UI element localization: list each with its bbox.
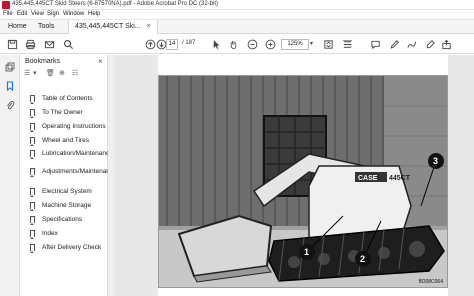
zoom-in-icon[interactable] [264,38,276,50]
highlight-pen-icon[interactable] [388,38,400,50]
bookmarks-close-icon[interactable]: × [98,57,103,66]
title-bar: 435,445,445CT Skid Steers (6-87570NA).pd… [0,0,474,10]
bookmark-icon [30,168,35,177]
document-viewer[interactable]: CASE 445CT 1 2 3 BD08C064 [114,55,474,296]
print-icon[interactable] [24,38,36,50]
bookmarks-panel-icon[interactable] [4,80,16,92]
menu-sign[interactable]: Sign [47,11,59,17]
tab-document[interactable]: 435,445,445CT Ski... × [68,20,158,34]
email-icon[interactable] [43,38,55,50]
brand-label: CASE [358,175,378,182]
tab-bar: Home Tools 435,445,445CT Ski... × [0,20,474,34]
page-total: / 187 [182,40,196,46]
callout-3-label: 3 [433,156,438,166]
menu-bar: File Edit View Sign Window Help [0,10,474,20]
zoom-dropdown-chevron-icon[interactable]: ▾ [310,40,313,47]
skid-steer-photo: CASE 445CT 1 2 3 BD08C064 [158,75,448,288]
menu-file[interactable]: File [3,11,13,17]
scroll-mode-icon[interactable] [341,38,353,50]
delete-bookmark-icon[interactable]: 🗑 [46,69,55,77]
select-arrow-icon[interactable] [210,38,222,50]
attachments-icon[interactable] [4,99,16,111]
page-thumbnails-icon[interactable] [4,61,16,73]
model-label: 445CT [389,175,411,182]
sign-icon[interactable] [424,38,436,50]
expand-bookmarks-icon[interactable]: ☷ [72,69,78,77]
fit-page-icon[interactable] [322,38,334,50]
new-bookmark-icon[interactable]: ⊕ [59,69,65,77]
share-icon[interactable] [440,38,452,50]
bookmark-icon [30,123,35,132]
bookmark-chevron-icon[interactable]: ▾ [33,69,37,77]
callout-2-label: 2 [360,254,365,264]
hand-tool-icon[interactable] [227,38,239,50]
page-number-input[interactable]: 14 [166,39,178,50]
menu-edit[interactable]: Edit [17,11,27,17]
tab-home[interactable]: Home [2,20,33,34]
bookmark-icon [30,109,35,118]
bookmark-options-icon[interactable]: ☰ [24,69,30,77]
bookmark-icon [30,95,35,104]
acrobat-logo-icon [2,1,10,9]
skid-steer-illustration: CASE 445CT 1 2 3 [159,76,447,287]
toolbar: 14 / 187 125% ▾ [0,35,474,54]
left-navigation-rail [0,55,20,296]
search-icon[interactable] [62,38,74,50]
tab-document-label: 435,445,445CT Ski... [75,23,141,30]
zoom-level-select[interactable]: 125% [281,39,309,50]
bookmark-icon [30,216,35,225]
pdf-page: CASE 445CT 1 2 3 BD08C064 [158,55,448,296]
bookmark-icon [30,188,35,197]
bookmark-icon [30,202,35,211]
bookmark-icon [30,244,35,253]
bookmark-icon [30,230,35,239]
callout-1-label: 1 [304,247,309,257]
tab-close-icon[interactable]: × [147,23,151,30]
comment-icon[interactable] [369,38,381,50]
draw-icon[interactable] [405,38,417,50]
bookmarks-title: Bookmarks [25,58,61,65]
save-icon[interactable] [6,38,18,50]
bookmarks-panel: Bookmarks × ☰ ▾ 🗑 ⊕ ☷ Table of Contents … [20,55,117,296]
bookmark-icon [30,137,35,146]
bookmarks-toolbar: ☰ ▾ 🗑 ⊕ ☷ [24,69,104,79]
window-title: 435,445,445CT Skid Steers (6-87570NA).pd… [12,1,219,7]
tab-tools[interactable]: Tools [32,20,60,34]
menu-window[interactable]: Window [63,11,84,17]
figure-code: BD08C064 [418,279,443,285]
zoom-out-icon[interactable] [246,38,258,50]
menu-view[interactable]: View [31,11,44,17]
menu-help[interactable]: Help [88,11,100,17]
bookmark-icon [30,150,35,159]
